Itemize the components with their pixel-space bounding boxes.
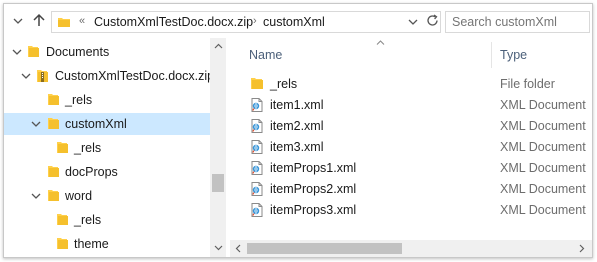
tree-item-documents[interactable]: Documents [4,41,210,63]
xml-document-icon [251,140,263,157]
zip-folder-icon [37,69,49,86]
chevron-down-icon [408,15,418,29]
tree-item-label: docProps [65,165,118,179]
navigation-scrollbar[interactable] [210,38,226,257]
folder-icon [57,237,69,253]
file-name: _rels [270,77,298,91]
column-header-type[interactable]: Type [500,48,527,62]
scroll-up-icon[interactable] [213,41,223,51]
tree-item-zip[interactable]: CustomXmlTestDoc.docx.zip [4,65,214,87]
file-name: itemProps2.xml [270,182,357,196]
xml-document-icon [251,119,263,136]
column-divider[interactable] [491,42,492,68]
list-item[interactable]: itemProps1.xml XML Document [230,158,592,179]
tree-item-word-rels[interactable]: _rels [4,209,210,231]
file-type: XML Document [500,161,586,175]
scroll-down-icon[interactable] [213,243,223,253]
folder-icon [57,141,69,157]
folder-icon [58,16,70,31]
file-type: XML Document [500,182,586,196]
scrollbar-thumb[interactable] [212,174,224,192]
scroll-left-icon[interactable] [233,243,243,254]
list-item[interactable]: itemProps2.xml XML Document [230,179,592,200]
explorer-window: « CustomXmlTestDoc.docx.zip › customXml [3,3,593,258]
chevron-down-icon[interactable] [31,118,41,130]
scrollbar-thumb[interactable] [247,243,402,254]
file-name: item3.xml [270,140,324,154]
file-type: XML Document [500,140,586,154]
tree-item-label: CustomXmlTestDoc.docx.zip [55,69,215,83]
refresh-icon [426,14,439,30]
xml-document-icon [251,203,263,220]
file-type: XML Document [500,98,586,112]
chevron-down-icon[interactable] [21,70,31,82]
chevron-down-icon[interactable] [31,190,41,202]
folder-icon [48,189,60,205]
folder-icon [48,165,60,181]
folder-icon [48,93,60,109]
chevron-down-icon [13,14,23,28]
xml-document-icon [251,98,263,115]
file-type: XML Document [500,203,586,217]
up-button[interactable] [31,12,47,30]
recent-locations-button[interactable] [10,12,26,30]
list-item[interactable]: item1.xml XML Document [230,95,592,116]
search-input[interactable] [446,12,589,32]
scroll-right-icon[interactable] [577,243,587,254]
folder-icon [48,117,60,133]
file-name: itemProps1.xml [270,161,357,175]
column-header-row: Name Type [230,38,592,68]
address-bar[interactable]: « CustomXmlTestDoc.docx.zip › customXml [51,11,441,33]
list-item[interactable]: itemProps3.xml XML Document [230,200,592,221]
breadcrumb-separator[interactable]: › [253,15,257,27]
list-item[interactable]: _rels File folder [230,74,592,95]
file-list-scrollbar[interactable] [230,240,592,257]
address-dropdown-button[interactable] [406,15,420,29]
file-type: File folder [500,77,555,91]
chevron-down-icon[interactable] [12,46,22,58]
file-name: item1.xml [270,98,324,112]
breadcrumb-zip[interactable]: CustomXmlTestDoc.docx.zip [94,15,253,29]
tree-item-customxml[interactable]: customXml [4,113,210,135]
folder-icon [57,213,69,229]
tree-item-rels[interactable]: _rels [4,89,210,111]
column-header-name[interactable]: Name [249,48,282,62]
navigation-pane: Documents CustomXmlTestDoc.docx.zip _rel… [4,38,226,257]
file-list-pane: Name Type _rels File folder item1.xml XM… [230,38,592,257]
tree-item-label: _rels [65,93,93,107]
tree-item-label: word [65,189,93,203]
file-type: XML Document [500,119,586,133]
up-arrow-icon [33,13,45,30]
address-row: « CustomXmlTestDoc.docx.zip › customXml [4,4,592,38]
list-item[interactable]: item3.xml XML Document [230,137,592,158]
tree-item-customxml-rels[interactable]: _rels [4,137,210,159]
tree-item-label: Documents [46,45,110,59]
file-name: itemProps3.xml [270,203,357,217]
list-item[interactable]: item2.xml XML Document [230,116,592,137]
folder-icon [28,45,40,61]
folder-icon [251,77,264,93]
breadcrumb-overflow[interactable]: « [79,15,85,27]
tree-item-label: customXml [65,117,127,131]
tree-item-label: _rels [74,141,102,155]
xml-document-icon [251,182,263,199]
xml-document-icon [251,161,263,178]
search-box[interactable] [445,11,590,33]
sort-ascending-icon [375,38,385,46]
tree-item-label: _rels [74,213,102,227]
tree-item-label: theme [74,237,109,251]
tree-item-word[interactable]: word [4,185,210,207]
file-name: item2.xml [270,119,324,133]
tree-item-docprops[interactable]: docProps [4,161,210,183]
breadcrumb-customxml[interactable]: customXml [263,15,325,29]
refresh-button[interactable] [424,13,440,31]
tree-item-theme[interactable]: theme [4,233,210,255]
